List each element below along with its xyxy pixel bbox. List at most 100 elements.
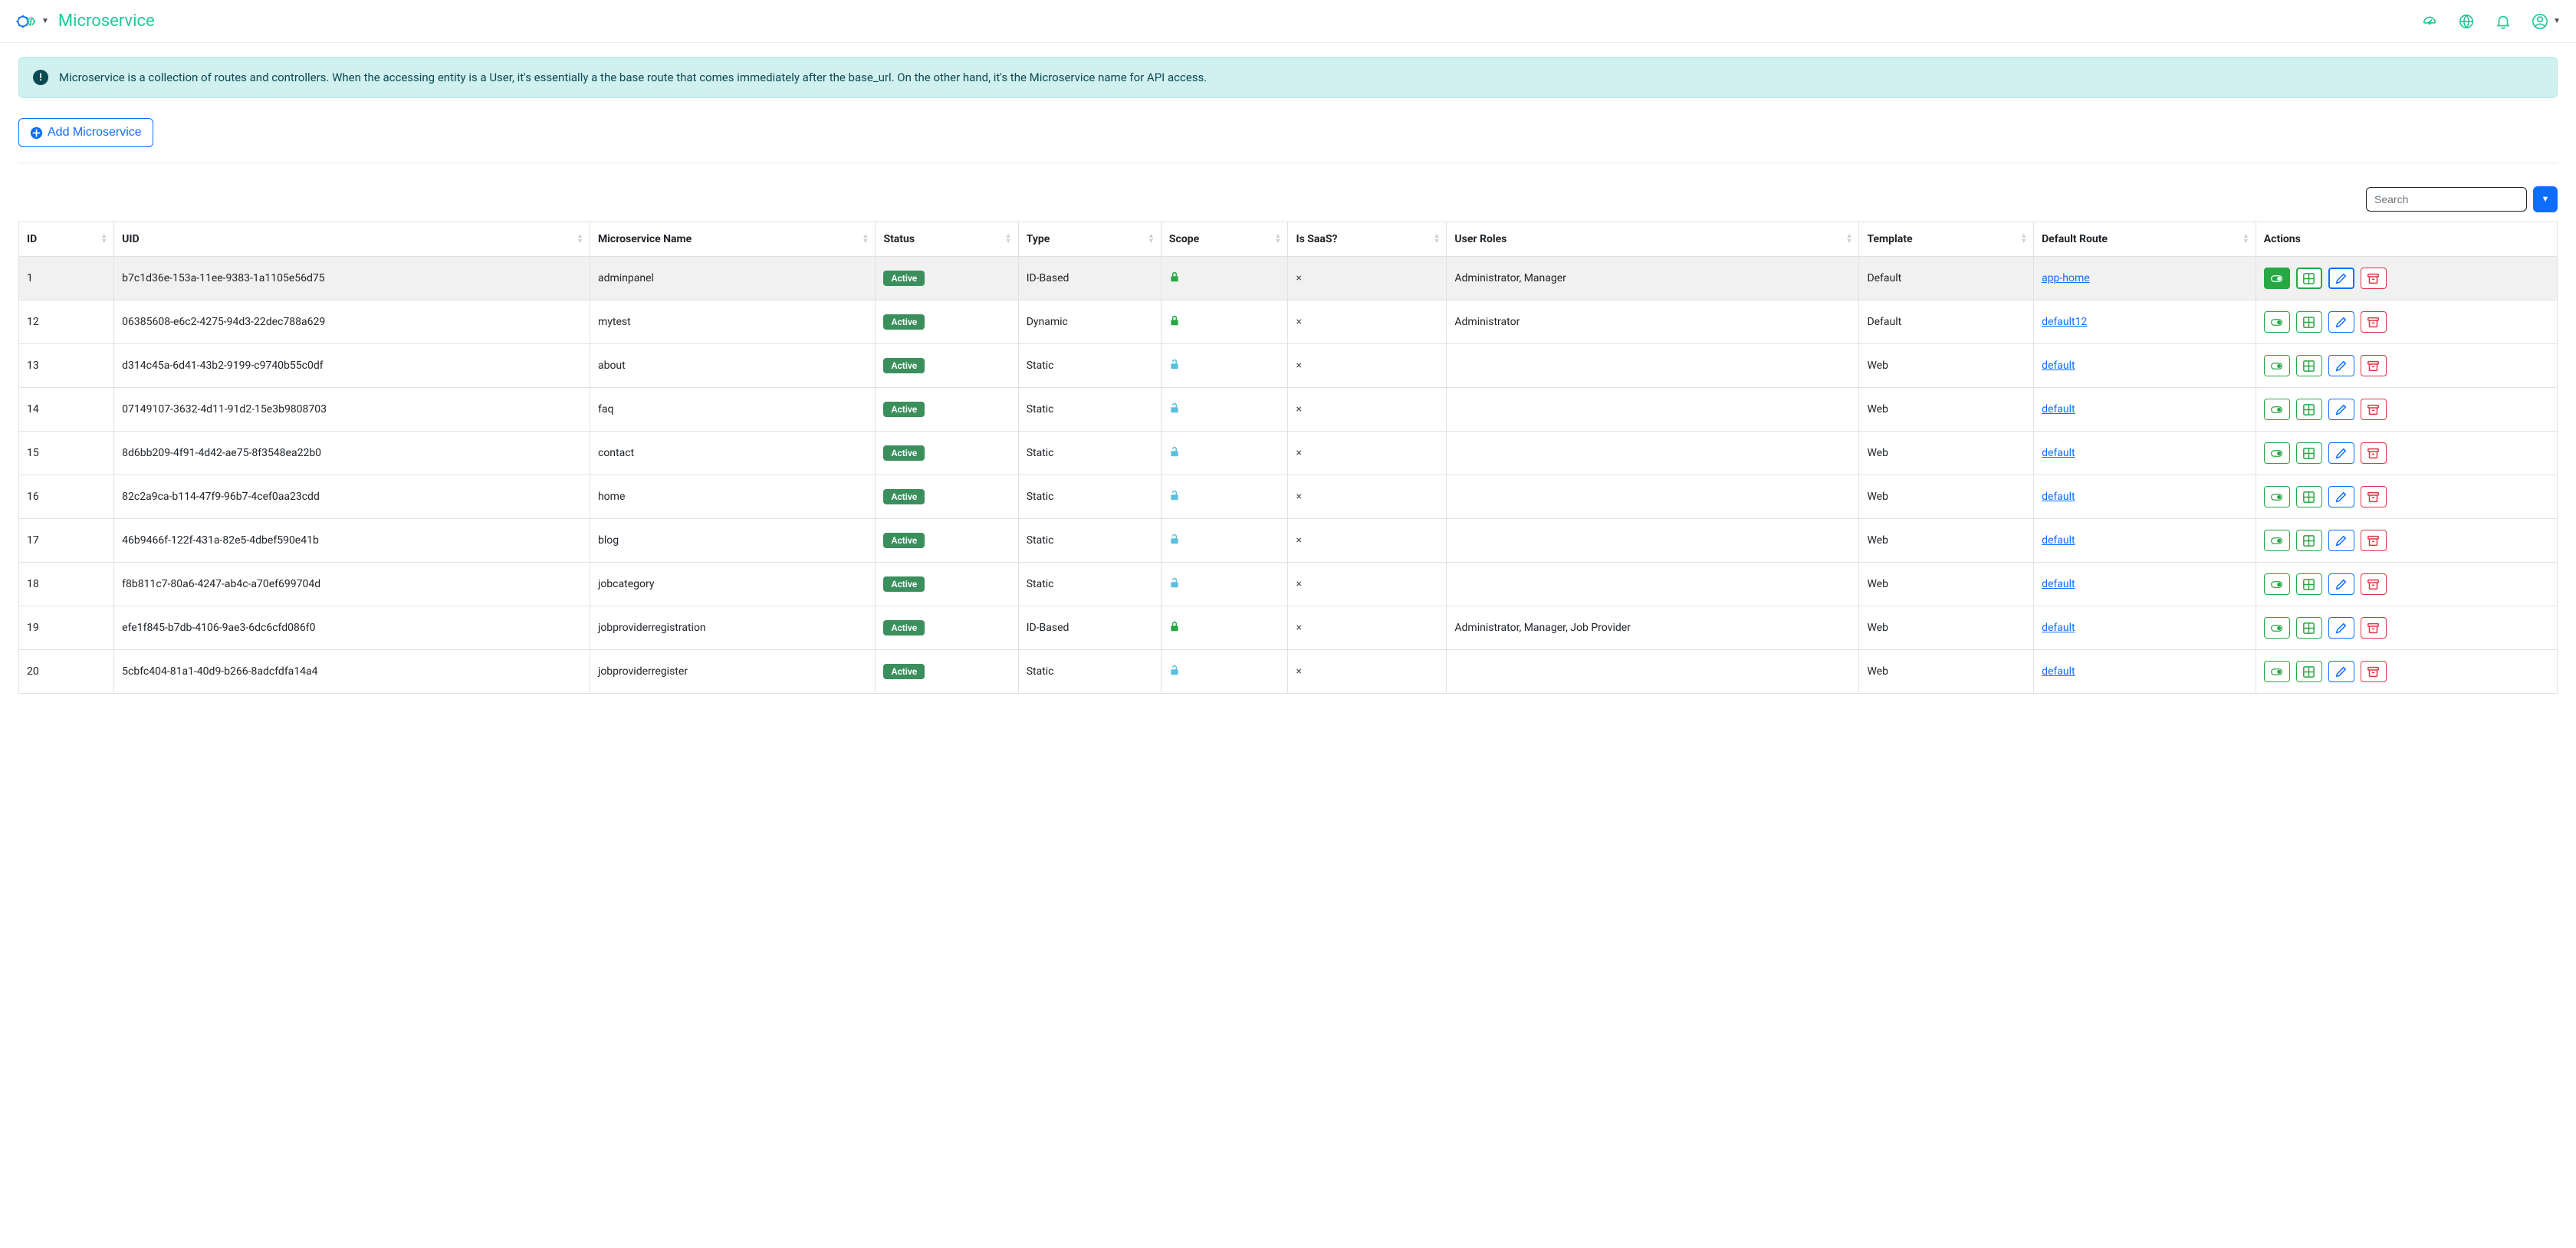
delete-button[interactable] [2361,486,2387,507]
cell-status: Active [876,606,1018,650]
lock-open-icon [1169,490,1180,501]
cell-uid: b7c1d36e-153a-11ee-9383-1a1105e56d75 [114,257,590,301]
route-link[interactable]: default [2042,491,2075,503]
table-row[interactable]: 12 06385608-e6c2-4275-94d3-22dec788a629 … [19,301,2558,344]
edit-button[interactable] [2328,355,2354,376]
table-row[interactable]: 13 d314c45a-6d41-43b2-9199-c9740b55c0df … [19,344,2558,388]
view-button[interactable] [2296,399,2322,420]
view-button[interactable] [2296,617,2322,639]
route-link[interactable]: default [2042,665,2075,678]
delete-button[interactable] [2361,661,2387,682]
view-button[interactable] [2296,442,2322,464]
table-row[interactable]: 15 8d6bb209-4f91-4d42-ae75-8f3548ea22b0 … [19,432,2558,475]
table-row[interactable]: 18 f8b811c7-80a6-4247-ab4c-a70ef699704d … [19,563,2558,606]
route-link[interactable]: default [2042,403,2075,415]
table-row[interactable]: 1 b7c1d36e-153a-11ee-9383-1a1105e56d75 a… [19,257,2558,301]
toggle-button[interactable] [2264,399,2290,420]
table-row[interactable]: 14 07149107-3632-4d11-91d2-15e3b9808703 … [19,388,2558,432]
delete-button[interactable] [2361,355,2387,376]
edit-button[interactable] [2328,530,2354,551]
cell-status: Active [876,257,1018,301]
toggle-button[interactable] [2264,486,2290,507]
cell-id: 20 [19,650,114,694]
table-row[interactable]: 19 efe1f845-b7db-4106-9ae3-6dc6cfd086f0 … [19,606,2558,650]
toggle-button[interactable] [2264,617,2290,639]
cell-template: Web [1859,650,2034,694]
delete-button[interactable] [2361,530,2387,551]
delete-button[interactable] [2361,311,2387,333]
edit-button[interactable] [2328,661,2354,682]
col-header-type[interactable]: Type▲▼ [1018,222,1161,257]
app-switcher[interactable]: ▼ [15,11,49,32]
edit-button[interactable] [2328,442,2354,464]
view-button[interactable] [2296,573,2322,595]
col-header-status[interactable]: Status▲▼ [876,222,1018,257]
table-row[interactable]: 16 82c2a9ca-b114-47f9-96b7-4cef0aa23cdd … [19,475,2558,519]
edit-button[interactable] [2328,617,2354,639]
table-body: 1 b7c1d36e-153a-11ee-9383-1a1105e56d75 a… [19,257,2558,694]
table-row[interactable]: 20 5cbfc404-81a1-40d9-b266-8adcfdfa14a4 … [19,650,2558,694]
route-link[interactable]: default [2042,534,2075,547]
archive-icon [2367,491,2379,503]
route-link[interactable]: app-home [2042,272,2090,284]
toggle-button[interactable] [2264,268,2290,289]
view-button[interactable] [2296,486,2322,507]
dashboard-icon[interactable] [2421,13,2438,30]
col-header-saas[interactable]: Is SaaS?▲▼ [1288,222,1447,257]
view-button[interactable] [2296,530,2322,551]
user-menu[interactable]: ▼ [2532,13,2561,30]
route-link[interactable]: default [2042,622,2075,634]
cell-status: Active [876,344,1018,388]
cell-uid: efe1f845-b7db-4106-9ae3-6dc6cfd086f0 [114,606,590,650]
col-header-name[interactable]: Microservice Name▲▼ [590,222,875,257]
archive-icon [2367,404,2379,415]
toggle-button[interactable] [2264,573,2290,595]
archive-icon [2367,666,2379,678]
bell-icon[interactable] [2495,13,2512,30]
toggle-button[interactable] [2264,661,2290,682]
edit-icon [2335,317,2347,328]
cell-uid: f8b811c7-80a6-4247-ab4c-a70ef699704d [114,563,590,606]
add-microservice-button[interactable]: Add Microservice [18,118,153,147]
search-input[interactable] [2366,187,2527,212]
globe-icon[interactable] [2458,13,2475,30]
table-row[interactable]: 17 46b9466f-122f-431a-82e5-4dbef590e41b … [19,519,2558,563]
toggle-button[interactable] [2264,530,2290,551]
edit-button[interactable] [2328,311,2354,333]
route-link[interactable]: default12 [2042,316,2087,328]
toggle-button[interactable] [2264,442,2290,464]
col-header-template[interactable]: Template▲▼ [1859,222,2034,257]
route-link[interactable]: default [2042,447,2075,459]
delete-button[interactable] [2361,617,2387,639]
cell-roles [1447,519,1859,563]
edit-button[interactable] [2328,486,2354,507]
route-link[interactable]: default [2042,578,2075,590]
toggle-button[interactable] [2264,311,2290,333]
col-header-uid[interactable]: UID▲▼ [114,222,590,257]
col-header-route[interactable]: Default Route▲▼ [2034,222,2256,257]
edit-button[interactable] [2328,573,2354,595]
delete-button[interactable] [2361,399,2387,420]
view-button[interactable] [2296,268,2322,289]
grid-icon [2303,360,2315,372]
cell-template: Default [1859,301,2034,344]
toggle-button[interactable] [2264,355,2290,376]
delete-button[interactable] [2361,268,2387,289]
edit-button[interactable] [2328,268,2354,289]
view-button[interactable] [2296,661,2322,682]
x-icon: × [1296,622,1301,634]
edit-icon [2335,535,2347,547]
status-badge: Active [883,402,925,417]
delete-button[interactable] [2361,442,2387,464]
view-button[interactable] [2296,311,2322,333]
x-icon: × [1296,360,1301,372]
x-icon: × [1296,403,1301,415]
col-header-scope[interactable]: Scope▲▼ [1161,222,1288,257]
col-header-id[interactable]: ID▲▼ [19,222,114,257]
route-link[interactable]: default [2042,360,2075,372]
search-options-button[interactable]: ▼ [2533,186,2558,212]
edit-button[interactable] [2328,399,2354,420]
delete-button[interactable] [2361,573,2387,595]
col-header-roles[interactable]: User Roles▲▼ [1447,222,1859,257]
view-button[interactable] [2296,355,2322,376]
